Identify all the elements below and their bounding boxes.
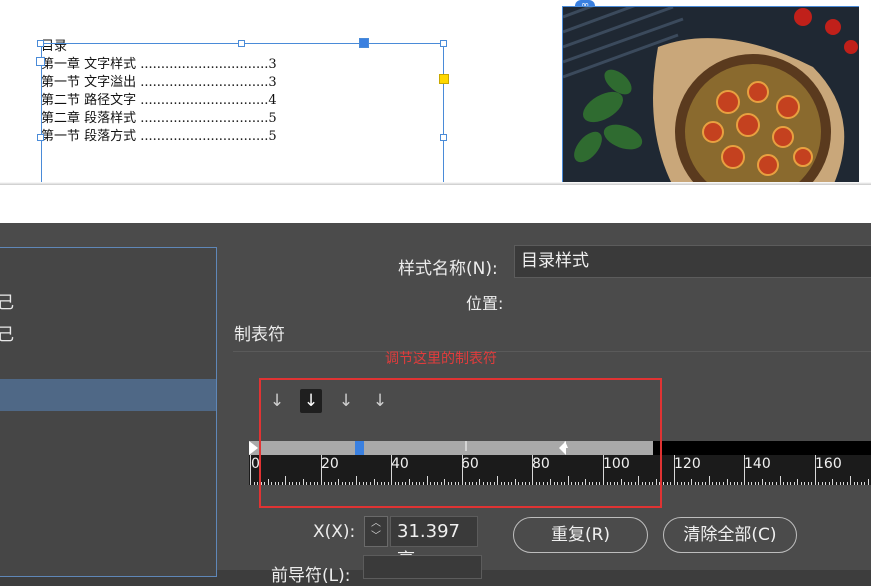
annotation-text: 调节这里的制表符 — [385, 351, 497, 367]
ruler-tick — [754, 482, 756, 485]
position-label: 位置: — [466, 294, 504, 313]
ruler-tick — [811, 482, 813, 485]
ruler-tick — [737, 482, 739, 485]
ruler-tick — [691, 479, 693, 485]
ruler-label: 140 — [744, 456, 771, 472]
ruler-tick — [726, 479, 728, 485]
ruler-tick — [761, 479, 763, 485]
ruler-tick — [740, 482, 742, 485]
list-item-fragment[interactable]: 己 — [0, 288, 14, 313]
text-frame-border — [41, 43, 444, 185]
ruler-tick — [723, 482, 725, 485]
clear-all-button[interactable]: 清除全部(C) — [663, 517, 797, 553]
ruler-tick — [680, 482, 682, 485]
ruler-tick — [800, 482, 802, 485]
x-position-field[interactable]: 31.397 毫 — [390, 516, 478, 571]
ruler-tick — [828, 482, 830, 485]
ruler-tick — [775, 482, 777, 485]
selected-list-item[interactable] — [0, 379, 216, 411]
in-port-handle[interactable] — [359, 38, 369, 48]
ruler-tick — [698, 482, 700, 485]
ruler-tick — [839, 482, 841, 485]
ruler-tick — [783, 482, 785, 485]
ruler-tick — [779, 476, 781, 485]
ruler-tick — [744, 455, 746, 485]
ruler-tick — [843, 482, 845, 485]
ruler-tick — [765, 482, 767, 485]
ruler-tick — [687, 482, 689, 485]
ruler-tick — [730, 482, 732, 485]
list-item-fragment[interactable]: 己 — [0, 320, 14, 345]
leader-label: 前导符(L): — [271, 566, 351, 586]
annotation-highlight-box — [259, 378, 662, 508]
ruler-tick — [715, 482, 717, 485]
ruler-tick — [807, 482, 809, 485]
out-port-handle[interactable] — [36, 57, 45, 66]
ruler-tick — [860, 482, 862, 485]
ruler-tick — [666, 482, 668, 485]
ruler-tick — [821, 482, 823, 485]
ruler-tick — [768, 482, 770, 485]
toc-style-dialog: 己 己 样式名称(N): 目录样式 位置: 制表符 调节这里的制表符 ↓ ↓ ↓… — [0, 223, 871, 586]
ruler-tick — [835, 482, 837, 485]
ruler-tick — [804, 482, 806, 485]
pizza-image[interactable] — [562, 6, 859, 185]
ruler-tick — [867, 479, 869, 485]
canvas-gap — [0, 185, 871, 223]
resize-handle[interactable] — [440, 134, 447, 141]
leader-field[interactable] — [363, 555, 482, 579]
section-divider — [233, 351, 871, 352]
repeat-button[interactable]: 重复(R) — [513, 517, 648, 553]
ruler-tick — [694, 482, 696, 485]
style-name-label: 样式名称(N): — [398, 259, 498, 279]
ruler-tick — [825, 482, 827, 485]
resize-handle[interactable] — [37, 40, 44, 47]
resize-handle[interactable] — [238, 40, 245, 47]
section-title-tabs: 制表符 — [234, 325, 285, 345]
ruler-tick — [663, 482, 664, 485]
ruler-tick — [257, 482, 259, 485]
ruler-tick — [864, 482, 866, 485]
ruler-tick — [793, 482, 795, 485]
x-stepper[interactable]: ︿ ﹀ — [364, 516, 388, 547]
ruler-tick — [790, 482, 792, 485]
ruler-label: 120 — [674, 456, 701, 472]
ruler-tick — [818, 482, 820, 485]
ruler-tick — [677, 482, 679, 485]
resize-handle[interactable] — [440, 40, 447, 47]
ruler-tick — [719, 482, 721, 485]
ruler-tick — [250, 455, 251, 485]
style-name-field[interactable]: 目录样式 — [514, 245, 871, 278]
ruler-tick — [846, 482, 848, 485]
ruler-tick — [814, 455, 816, 485]
ruler-tick — [673, 455, 675, 485]
ruler-tick — [857, 482, 859, 485]
ruler-tick — [684, 482, 686, 485]
ruler-tick — [758, 482, 760, 485]
ruler-tick — [701, 482, 703, 485]
ruler-tick — [786, 482, 788, 485]
x-position-label: X(X): — [313, 522, 356, 542]
ruler-tick — [705, 482, 707, 485]
ruler-label: 160 — [815, 456, 842, 472]
style-list-panel[interactable]: 己 己 — [0, 247, 217, 577]
ruler-tick — [708, 476, 710, 485]
ruler-tick — [832, 479, 834, 485]
ruler-tick — [797, 479, 799, 485]
chevron-down-icon[interactable]: ﹀ — [365, 530, 387, 543]
chevron-up-icon[interactable]: ︿ — [365, 517, 387, 530]
ruler-tick — [670, 482, 672, 485]
corner-option-handle[interactable] — [439, 74, 449, 84]
document-canvas: 目录 第一章 文字样式 ............................… — [0, 0, 871, 185]
ruler-tick — [850, 476, 852, 485]
ruler-tick — [712, 482, 714, 485]
ruler-tick — [733, 482, 735, 485]
ruler-tick — [751, 482, 753, 485]
ruler-tick — [772, 482, 774, 485]
ruler-tick — [253, 482, 255, 485]
resize-handle[interactable] — [37, 134, 44, 141]
ruler-tick — [853, 482, 855, 485]
ruler-tick — [747, 482, 749, 485]
first-indent-marker-icon — [249, 441, 258, 455]
